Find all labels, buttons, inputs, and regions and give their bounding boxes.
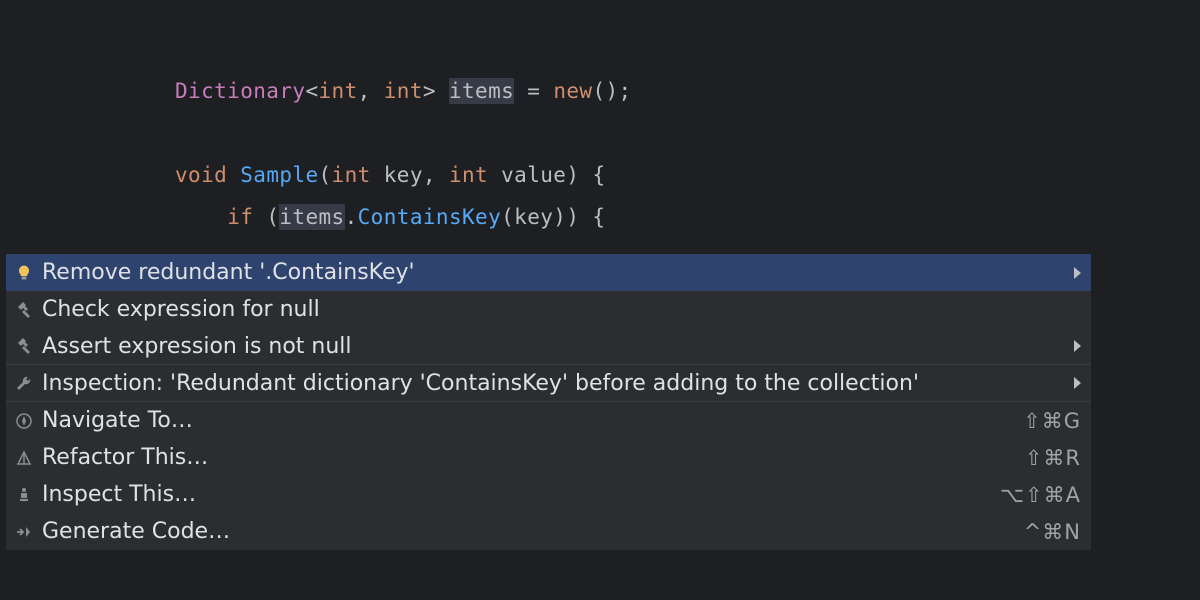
context-actions-popup: Remove redundant '.ContainsKey' Check ex… bbox=[6, 253, 1091, 550]
action-label: Inspect This… bbox=[42, 482, 1000, 507]
method-call-containskey: ContainsKey bbox=[358, 205, 501, 229]
action-remove-redundant-containskey[interactable]: Remove redundant '.ContainsKey' bbox=[6, 254, 1091, 291]
shortcut-label: ⇧⌘G bbox=[1023, 409, 1081, 433]
code-line[interactable]: if (items.ContainsKey(key)) { bbox=[175, 196, 1200, 238]
hammer-icon bbox=[14, 336, 34, 356]
hammer-icon bbox=[14, 300, 34, 320]
action-assert-not-null[interactable]: Assert expression is not null bbox=[6, 328, 1091, 365]
code-line[interactable]: void Sample(int key, int value) { bbox=[175, 154, 1200, 196]
identifier-items: items bbox=[279, 204, 344, 230]
arrow-to-icon bbox=[14, 522, 34, 542]
bulb-icon bbox=[14, 263, 34, 283]
chevron-right-icon bbox=[1074, 267, 1081, 279]
chevron-right-icon bbox=[1074, 377, 1081, 389]
action-generate-code[interactable]: Generate Code… ^⌘N bbox=[6, 513, 1091, 550]
identifier-items: items bbox=[449, 78, 514, 104]
shortcut-label: ^⌘N bbox=[1024, 520, 1081, 544]
method-name-sample: Sample bbox=[240, 163, 318, 187]
code-editor[interactable]: Dictionary<int, int> items = new(); void… bbox=[0, 0, 1200, 238]
action-label: Remove redundant '.ContainsKey' bbox=[42, 260, 1066, 285]
action-label: Generate Code… bbox=[42, 519, 1024, 544]
wrench-icon bbox=[14, 373, 34, 393]
action-label: Refactor This… bbox=[42, 445, 1025, 470]
action-navigate-to[interactable]: Navigate To… ⇧⌘G bbox=[6, 402, 1091, 439]
chevron-right-icon bbox=[1074, 340, 1081, 352]
action-inspection-options[interactable]: Inspection: 'Redundant dictionary 'Conta… bbox=[6, 365, 1091, 402]
action-label: Assert expression is not null bbox=[42, 334, 1066, 359]
action-inspect-this[interactable]: Inspect This… ⌥⇧⌘A bbox=[6, 476, 1091, 513]
code-line-blank[interactable] bbox=[175, 112, 1200, 154]
code-line[interactable]: Dictionary<int, int> items = new(); bbox=[175, 70, 1200, 112]
action-refactor-this[interactable]: Refactor This… ⇧⌘R bbox=[6, 439, 1091, 476]
action-label: Inspection: 'Redundant dictionary 'Conta… bbox=[42, 371, 1066, 396]
shortcut-label: ⇧⌘R bbox=[1025, 446, 1081, 470]
action-label: Check expression for null bbox=[42, 297, 1081, 322]
shortcut-label: ⌥⇧⌘A bbox=[1000, 483, 1081, 507]
type-name: Dictionary bbox=[175, 79, 305, 103]
figure-icon bbox=[14, 485, 34, 505]
triangle-icon bbox=[14, 448, 34, 468]
compass-icon bbox=[14, 411, 34, 431]
action-check-null[interactable]: Check expression for null bbox=[6, 291, 1091, 328]
action-label: Navigate To… bbox=[42, 408, 1023, 433]
